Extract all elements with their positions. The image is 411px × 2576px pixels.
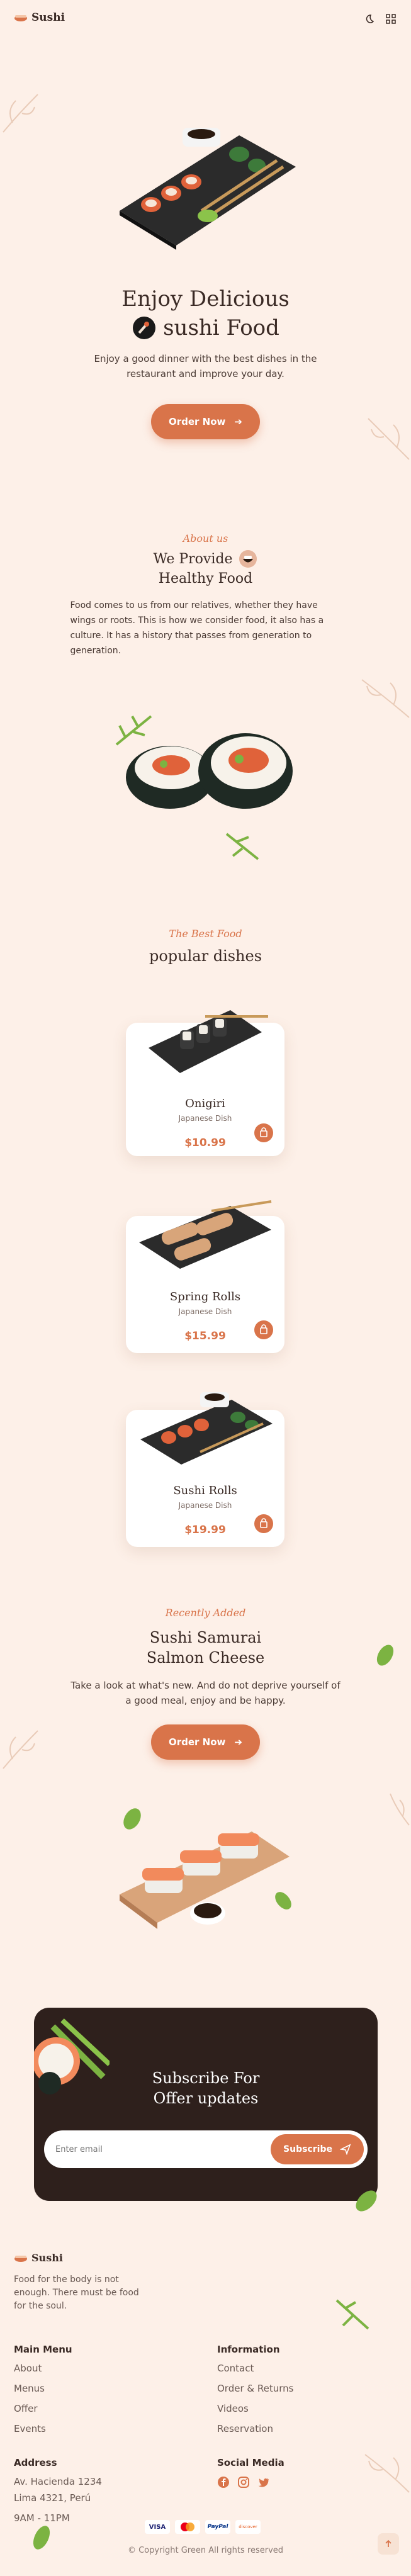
footer-brand: Sushi <box>31 2252 63 2264</box>
recent-title-line1: Sushi Samurai <box>149 1629 262 1646</box>
footer-social: Social Media <box>217 2457 284 2497</box>
newsletter-section: Subscribe For Offer updates Subscribe <box>34 2008 378 2201</box>
order-now-label: Order Now <box>169 416 226 427</box>
add-to-cart-button[interactable] <box>254 1123 273 1142</box>
shopping-bag-icon <box>260 1127 267 1137</box>
twitter-icon[interactable] <box>257 2476 270 2489</box>
about-description: Food comes to us from our relatives, whe… <box>70 600 324 656</box>
visa-badge: VISA <box>145 2520 170 2534</box>
email-input[interactable] <box>55 2130 244 2168</box>
instagram-icon[interactable] <box>237 2476 250 2489</box>
sushi-rolls-image <box>140 1392 273 1465</box>
mastercard-badge <box>175 2520 200 2534</box>
mastercard-icon <box>181 2523 194 2531</box>
main-menu-title: Main Menu <box>14 2344 72 2355</box>
dish-name: Sushi Rolls <box>173 1484 237 1497</box>
shopping-bag-icon <box>260 1324 267 1334</box>
recent-order-now-button[interactable]: Order Now ➔ <box>151 1724 260 1760</box>
dish-card[interactable]: Sushi Rolls Japanese Dish $19.99 <box>126 1392 284 1547</box>
hero-title-line2: sushi Food <box>163 315 279 340</box>
grid-icon[interactable] <box>386 14 396 24</box>
opening-hours: 9AM - 11PM <box>14 2512 70 2524</box>
popular-eyebrow: The Best Food <box>169 928 242 940</box>
send-icon <box>339 2144 351 2155</box>
sushi-logo-icon <box>14 15 27 21</box>
onigiri-image <box>149 1010 268 1073</box>
payment-methods: VISA PayPal discover <box>145 2520 261 2534</box>
dish-card[interactable]: Onigiri Japanese Dish $10.99 <box>126 1010 284 1156</box>
moon-icon[interactable] <box>364 14 374 24</box>
address-line: Lima 4321, Perú <box>14 2492 91 2504</box>
salmon-sushi-image <box>120 1808 291 1929</box>
about-title-line1: We Provide <box>153 551 233 567</box>
address-line: Av. Hacienda 1234 <box>14 2476 102 2487</box>
scroll-to-top-button[interactable] <box>378 2533 399 2555</box>
footer-link-menus[interactable]: Menus <box>14 2383 72 2394</box>
address-title: Address <box>14 2457 57 2468</box>
dish-category: Japanese Dish <box>178 1114 232 1123</box>
sushi-logo-icon <box>14 2255 27 2262</box>
recent-description: Take a look at what's new. And do not de… <box>70 1680 341 1706</box>
newsletter-title-line2: Offer updates <box>153 2089 259 2107</box>
leaf-outline-icon <box>361 679 410 718</box>
brand-name: Sushi <box>31 11 65 24</box>
information-title: Information <box>217 2344 280 2355</box>
hero-title-line1: Enjoy Delicious <box>121 286 290 312</box>
dish-category: Japanese Dish <box>178 1501 232 1510</box>
copyright: © Copyright Green All rights reserved <box>127 2546 284 2555</box>
bowl-icon <box>239 550 257 568</box>
recent-title-line2: Salmon Cheese <box>146 1649 265 1667</box>
footer-link-reservation[interactable]: Reservation <box>217 2423 293 2434</box>
header: Sushi <box>0 0 411 38</box>
recent-eyebrow: Recently Added <box>165 1607 246 1619</box>
dish-card[interactable]: Spring Rolls Japanese Dish $15.99 <box>126 1200 284 1353</box>
about-sushi-rolls-image <box>126 733 293 809</box>
paypal-badge: PayPal <box>205 2520 230 2534</box>
newsletter-form: Subscribe <box>44 2130 368 2168</box>
footer-link-offer[interactable]: Offer <box>14 2403 72 2414</box>
footer-main-menu: Main Menu About Menus Offer Events <box>14 2344 72 2443</box>
social-title: Social Media <box>217 2457 284 2468</box>
footer-information: Information Contact Order & Returns Vide… <box>217 2344 293 2443</box>
add-to-cart-button[interactable] <box>254 1320 273 1339</box>
hero-sushi-image <box>120 128 296 250</box>
dish-name: Spring Rolls <box>169 1290 241 1303</box>
footer-link-events[interactable]: Events <box>14 2423 72 2434</box>
arrow-right-icon: ➔ <box>234 1736 242 1748</box>
footer-link-videos[interactable]: Videos <box>217 2403 293 2414</box>
leaf-outline-icon <box>364 2454 410 2493</box>
subscribe-button[interactable]: Subscribe <box>271 2134 364 2164</box>
subscribe-label: Subscribe <box>283 2144 332 2154</box>
about-title-line2: Healthy Food <box>158 571 253 587</box>
add-to-cart-button[interactable] <box>254 1514 273 1533</box>
about-eyebrow: About us <box>183 532 228 544</box>
sushi-bowl-icon <box>133 317 156 339</box>
footer-tagline: Food for the body is not enough. There m… <box>14 2275 139 2311</box>
leaf-outline-icon <box>3 94 38 133</box>
arrow-right-icon: ➔ <box>234 416 242 427</box>
leaf-outline-icon <box>390 1793 410 1826</box>
popular-title: popular dishes <box>149 947 262 965</box>
footer-logo[interactable]: Sushi <box>14 2252 63 2264</box>
green-leaf-icon <box>225 833 259 860</box>
facebook-icon[interactable] <box>217 2476 230 2489</box>
newsletter-title-line1: Subscribe For <box>152 2069 260 2087</box>
dish-category: Japanese Dish <box>178 1307 232 1316</box>
green-leaf-icon <box>356 2190 377 2212</box>
logo[interactable]: Sushi <box>14 11 65 24</box>
order-now-label: Order Now <box>169 1736 226 1748</box>
footer-link-order-returns[interactable]: Order & Returns <box>217 2383 293 2394</box>
footer-link-about[interactable]: About <box>14 2363 72 2374</box>
shopping-bag-icon <box>260 1518 267 1528</box>
spring-rolls-image <box>139 1200 272 1269</box>
hero-order-now-button[interactable]: Order Now ➔ <box>151 404 260 439</box>
dish-name: Onigiri <box>185 1097 225 1110</box>
footer-link-contact[interactable]: Contact <box>217 2363 293 2374</box>
footer-address: Address Av. Hacienda 1234 Lima 4321, Per… <box>14 2457 102 2533</box>
green-leaf-icon <box>335 2299 369 2330</box>
discover-badge: discover <box>235 2520 261 2534</box>
arrow-up-icon <box>385 2539 391 2547</box>
hero-description: Enjoy a good dinner with the best dishes… <box>94 353 317 380</box>
